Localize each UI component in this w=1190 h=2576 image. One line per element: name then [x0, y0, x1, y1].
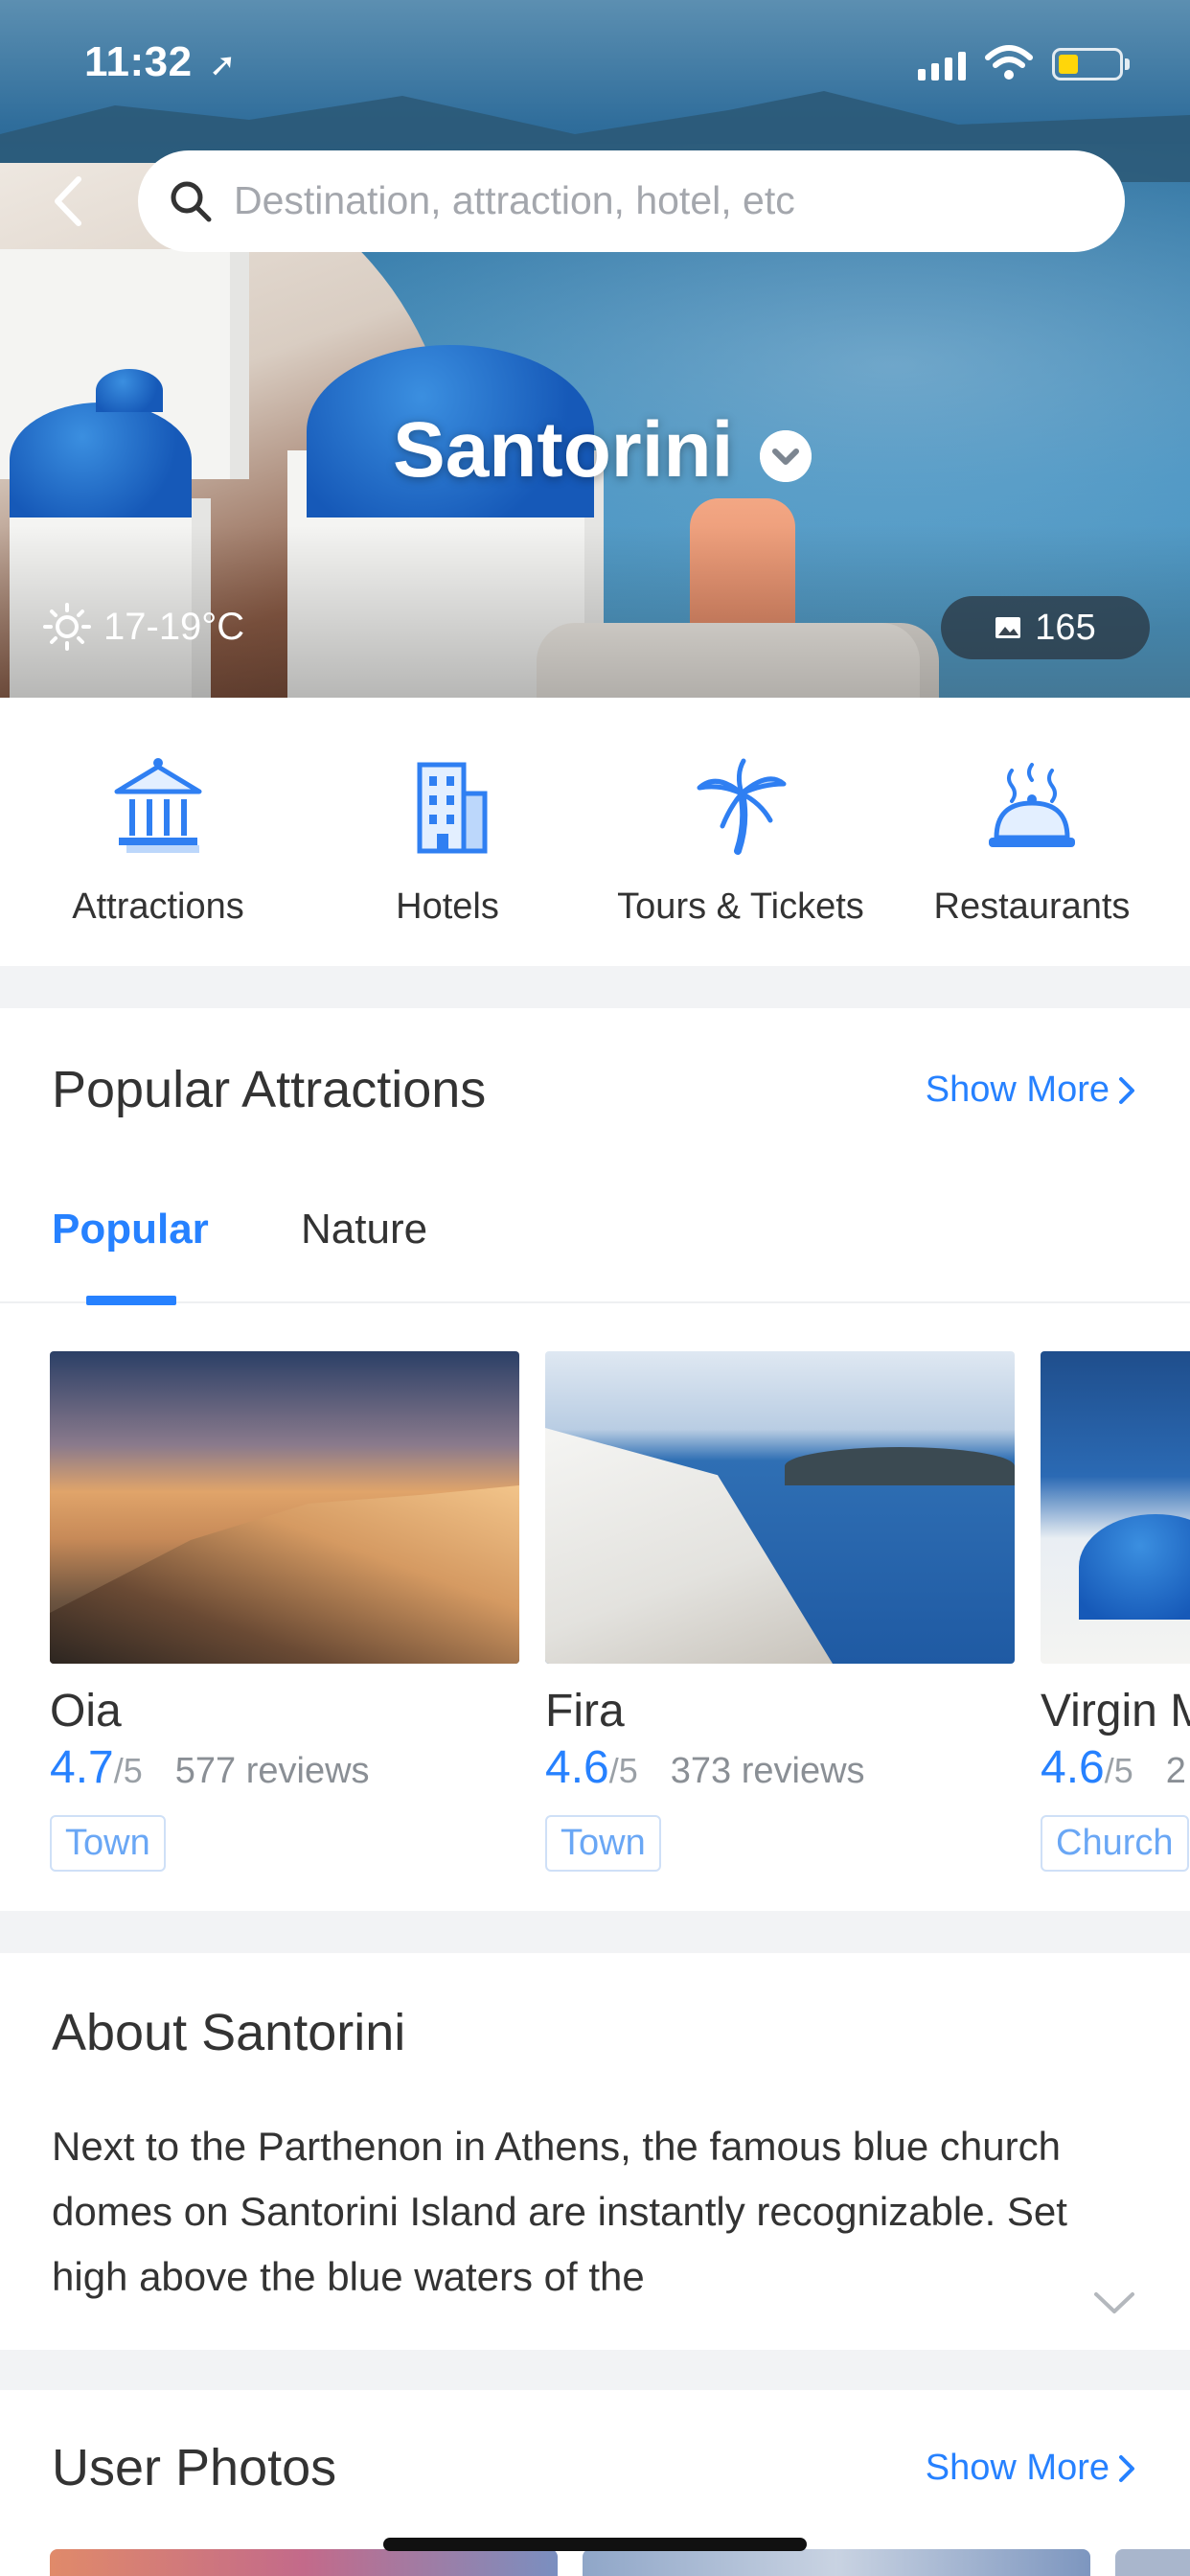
- rating-max: /5: [608, 1751, 638, 1790]
- sun-icon: [43, 603, 91, 651]
- category-bar: Attractions Hotels Tours & Tickets Resta…: [0, 698, 1190, 966]
- rating-score: 4.7: [50, 1742, 114, 1793]
- popular-attractions-section: Popular Attractions Show More Popular Na…: [0, 1008, 1190, 1911]
- photo-count-value: 165: [1035, 607, 1096, 648]
- attraction-image: [545, 1351, 1015, 1664]
- attraction-card-fira[interactable]: Fira 4.6 /5 373 reviews Town: [545, 1351, 1015, 1872]
- hero-dome: [10, 402, 192, 518]
- city-name: Santorini: [393, 406, 734, 494]
- chevron-down-icon[interactable]: [1092, 2288, 1136, 2317]
- weather-temperature: 17-19°C: [103, 605, 245, 648]
- temple-icon: [114, 758, 202, 853]
- attraction-name: Fira: [545, 1686, 625, 1736]
- tab-popular[interactable]: Popular: [52, 1206, 209, 1254]
- about-description: Next to the Parthenon in Athens, the fam…: [52, 2124, 1067, 2299]
- chevron-right-icon: [1119, 2454, 1134, 2482]
- attraction-rating: 4.7 /5 577 reviews: [50, 1741, 519, 1794]
- show-more-link[interactable]: Show More: [926, 1070, 1136, 1111]
- dish-cloche-icon: [989, 763, 1075, 847]
- review-count: 577 reviews: [174, 1751, 370, 1791]
- status-time: 11:32: [84, 38, 193, 85]
- category-label: Hotels: [396, 886, 499, 927]
- attraction-rating: 4.6 /5 2: [1041, 1741, 1190, 1794]
- chevron-down-icon: [760, 430, 812, 482]
- category-hotels[interactable]: Hotels: [304, 755, 591, 928]
- category-tag: Town: [545, 1815, 661, 1872]
- review-count: 373 reviews: [670, 1751, 865, 1791]
- category-tours-tickets[interactable]: Tours & Tickets: [597, 755, 884, 928]
- back-arrow-icon[interactable]: [46, 168, 94, 235]
- show-more-label: Show More: [925, 1070, 1110, 1110]
- category-label: Tours & Tickets: [617, 886, 864, 927]
- rating-score: 4.6: [1041, 1742, 1105, 1793]
- category-label: Restaurants: [933, 886, 1131, 927]
- category-tag: Town: [50, 1815, 166, 1872]
- active-tab-indicator: [86, 1296, 176, 1305]
- rating-score: 4.6: [545, 1742, 609, 1793]
- rating-max: /5: [1104, 1751, 1133, 1790]
- search-bar[interactable]: [138, 150, 1125, 252]
- show-more-link[interactable]: Show More: [926, 2448, 1136, 2489]
- rating-max: /5: [113, 1751, 143, 1790]
- tab-nature[interactable]: Nature: [301, 1206, 427, 1254]
- section-title: About Santorini: [52, 2004, 406, 2061]
- category-restaurants[interactable]: Restaurants: [888, 755, 1176, 928]
- attraction-rating: 4.6 /5 373 reviews: [545, 1741, 1015, 1794]
- category-attractions[interactable]: Attractions: [14, 755, 302, 928]
- user-photo-thumbnail[interactable]: [50, 2549, 558, 2576]
- chevron-right-icon: [1119, 1076, 1134, 1104]
- section-title: Popular Attractions: [52, 1061, 487, 1118]
- hero-dome: [96, 369, 163, 412]
- user-photo-thumbnail[interactable]: [583, 2549, 1090, 2576]
- photo-count-button[interactable]: 165: [941, 596, 1150, 659]
- hero-banner[interactable]: 11:32 ➚ Santorini: [0, 0, 1190, 698]
- attraction-image: [50, 1351, 519, 1664]
- attraction-tabs: Popular Nature: [0, 1169, 1190, 1303]
- home-indicator: [383, 2538, 807, 2551]
- battery-icon: [1052, 48, 1130, 80]
- search-icon: [171, 181, 212, 222]
- weather-info: 17-19°C: [42, 602, 244, 652]
- attraction-image: [1041, 1351, 1190, 1664]
- cellular-signal-icon: [918, 52, 966, 80]
- section-title: User Photos: [52, 2439, 337, 2496]
- user-photo-thumbnail[interactable]: [1115, 2549, 1190, 2576]
- category-tag: Church: [1041, 1815, 1189, 1872]
- palm-tree-icon: [697, 758, 787, 855]
- attraction-card-virgin-m[interactable]: Virgin M 4.6 /5 2 Church: [1041, 1351, 1190, 1872]
- attraction-card-oia[interactable]: Oia 4.7 /5 577 reviews Town: [50, 1351, 519, 1872]
- search-input[interactable]: [234, 172, 1096, 229]
- attraction-name: Virgin M: [1041, 1686, 1190, 1736]
- location-arrow-icon: ➚: [209, 47, 237, 83]
- attraction-name: Oia: [50, 1686, 122, 1736]
- image-icon: [995, 617, 1021, 638]
- wifi-icon: [985, 45, 1033, 80]
- status-bar: 11:32 ➚: [0, 36, 1190, 94]
- category-label: Attractions: [72, 886, 244, 927]
- city-selector[interactable]: Santorini: [393, 402, 812, 498]
- review-count: 2: [1165, 1751, 1186, 1791]
- show-more-label: Show More: [925, 2448, 1110, 2488]
- about-section: About Santorini Next to the Parthenon in…: [0, 1953, 1190, 2350]
- building-icon: [417, 762, 488, 854]
